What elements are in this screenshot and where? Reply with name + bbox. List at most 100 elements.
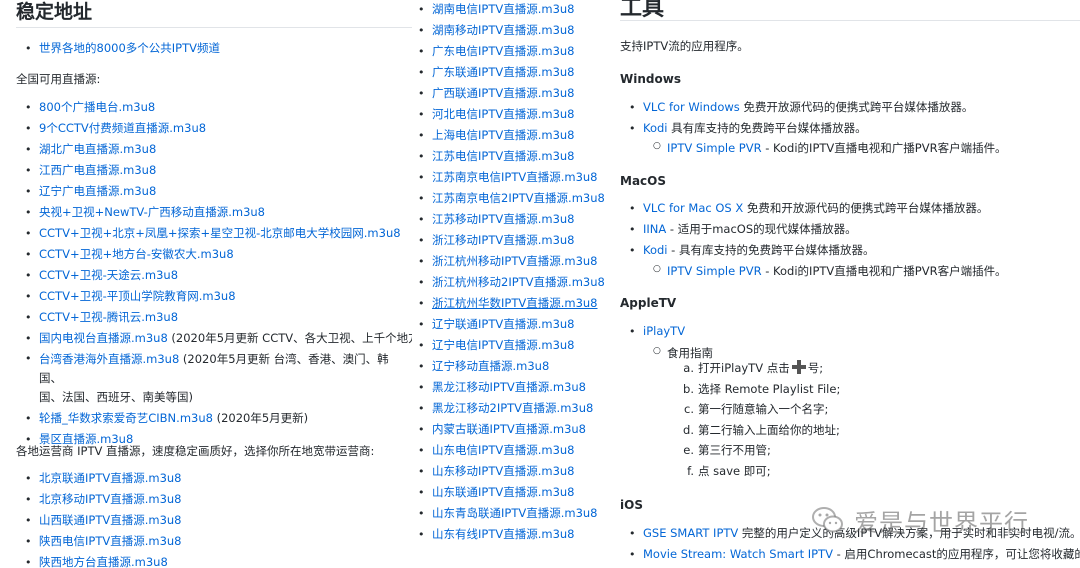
- iptv-simple-pvr-link[interactable]: IPTV Simple PVR: [667, 141, 762, 155]
- gse-smart-iptv-link[interactable]: GSE SMART IPTV: [643, 526, 738, 540]
- list-item: 陕西电信IPTV直播源.m3u8: [25, 531, 182, 552]
- list-item: 江西广电直播源.m3u8: [25, 160, 411, 181]
- global-channels-link[interactable]: 世界各地的8000多个公共IPTV频道: [39, 41, 220, 55]
- tools-heading: 工具: [620, 0, 665, 21]
- source-link[interactable]: 辽宁联通IPTV直播源.m3u8: [432, 317, 575, 331]
- list-item: 9个CCTV付费频道直播源.m3u8: [25, 118, 411, 139]
- list-item: 山东有线IPTV直播源.m3u8: [418, 524, 605, 545]
- iptv-simple-pvr-link[interactable]: IPTV Simple PVR: [667, 264, 762, 278]
- source-link[interactable]: 陕西地方台直播源.m3u8: [39, 555, 168, 568]
- source-link[interactable]: 浙江杭州移动2IPTV直播源.m3u8: [432, 275, 605, 289]
- source-link[interactable]: 山东青岛联通IPTV直播源.m3u8: [432, 506, 598, 520]
- kodi-link[interactable]: Kodi: [643, 243, 668, 257]
- list-item: 湖南移动IPTV直播源.m3u8: [418, 20, 605, 41]
- source-link[interactable]: 辽宁移动直播源.m3u8: [432, 359, 549, 373]
- source-link[interactable]: 山东有线IPTV直播源.m3u8: [432, 527, 575, 541]
- list-item: Movie Stream: Watch Smart IPTV - 启用Chrom…: [629, 544, 1080, 565]
- wechat-watermark: 爱是与世界平行: [810, 500, 1060, 540]
- source-link[interactable]: 黑龙江移动2IPTV直播源.m3u8: [432, 401, 593, 415]
- list-item: CCTV+卫视-平顶山学院教育网.m3u8: [25, 286, 411, 307]
- heading-divider: [620, 20, 1080, 21]
- list-item: IINA - 适用于macOS的现代媒体播放器。: [629, 219, 988, 240]
- source-link[interactable]: 山东移动IPTV直播源.m3u8: [432, 464, 575, 478]
- source-link[interactable]: 上海电信IPTV直播源.m3u8: [432, 128, 575, 142]
- kodi-link[interactable]: Kodi: [643, 121, 668, 135]
- source-link[interactable]: 湖南电信IPTV直播源.m3u8: [432, 2, 575, 16]
- source-link[interactable]: 河北电信IPTV直播源.m3u8: [432, 107, 575, 121]
- list-item: Kodi 具有库支持的免费跨平台媒体播放器。: [629, 118, 973, 139]
- ios-heading: iOS: [620, 498, 643, 512]
- iplaytv-link[interactable]: iPlayTV: [643, 324, 685, 338]
- list-item: 台湾香港海外直播源.m3u8 (2020年5月更新 台湾、香港、澳门、韩国、国、…: [25, 349, 411, 408]
- movie-stream-link[interactable]: Movie Stream: Watch Smart IPTV: [643, 547, 833, 561]
- step-text: 第二行输入上面给你的地址;: [698, 422, 840, 437]
- list-item: 国内电视台直播源.m3u8 (2020年5月更新 CCTV、各大卫视、上千个地方: [25, 328, 412, 349]
- list-item: 辽宁广电直播源.m3u8: [25, 181, 411, 202]
- vlc-mac-link[interactable]: VLC for Mac OS X: [643, 201, 743, 215]
- source-link[interactable]: 轮播_华数求索爱奇艺CIBN.m3u8: [39, 411, 213, 425]
- source-link[interactable]: 湖南移动IPTV直播源.m3u8: [432, 23, 575, 37]
- list-item: 800个广播电台.m3u8: [25, 97, 411, 118]
- source-link[interactable]: CCTV+卫视-天途云.m3u8: [39, 268, 178, 282]
- iina-link[interactable]: IINA: [643, 222, 666, 236]
- plus-icon: [791, 360, 806, 374]
- app-description: - Kodi的IPTV直播电视和广播PVR客户端插件。: [761, 141, 1007, 155]
- regional-source-list: 湖南电信IPTV直播源.m3u8 湖南移动IPTV直播源.m3u8 广东电信IPTV…: [418, 0, 605, 545]
- source-link[interactable]: CCTV+卫视-平顶山学院教育网.m3u8: [39, 289, 236, 303]
- step-label: d.: [683, 422, 694, 437]
- carrier-sources-label: 各地运营商 IPTV 直播源，速度稳定画质好，选择你所在地宽带运营商:: [16, 444, 375, 458]
- source-link[interactable]: 江苏南京电信2IPTV直播源.m3u8: [432, 191, 605, 205]
- source-link[interactable]: 陕西电信IPTV直播源.m3u8: [39, 534, 182, 548]
- appletv-app-list: iPlayTV: [629, 321, 685, 342]
- source-link[interactable]: 辽宁电信IPTV直播源.m3u8: [432, 338, 575, 352]
- list-item: VLC for Mac OS X 免费和开放源代码的便携式跨平台媒体播放器。: [629, 198, 988, 219]
- guide-step: d. 第二行输入上面给你的地址;: [678, 420, 840, 441]
- source-link[interactable]: 黑龙江移动IPTV直播源.m3u8: [432, 380, 586, 394]
- source-link[interactable]: 浙江杭州华数IPTV直播源.m3u8: [432, 296, 598, 310]
- source-link[interactable]: 800个广播电台.m3u8: [39, 100, 155, 114]
- source-link[interactable]: 9个CCTV付费频道直播源.m3u8: [39, 121, 206, 135]
- source-link[interactable]: CCTV+卫视+北京+凤凰+探索+星空卫视-北京邮电大学校园网.m3u8: [39, 226, 401, 240]
- source-link[interactable]: 广东电信IPTV直播源.m3u8: [432, 44, 575, 58]
- list-item: VLC for Windows 免费开放源代码的便携式跨平台媒体播放器。: [629, 97, 973, 118]
- source-link[interactable]: 浙江杭州移动IPTV直播源.m3u8: [432, 254, 598, 268]
- wechat-icon: [812, 507, 843, 533]
- list-item: 辽宁联通IPTV直播源.m3u8: [418, 314, 605, 335]
- list-item: 广西联通IPTV直播源.m3u8: [418, 83, 605, 104]
- source-link[interactable]: 浙江移动IPTV直播源.m3u8: [432, 233, 575, 247]
- sub-item: IPTV Simple PVR - Kodi的IPTV直播电视和广播PVR客户端…: [653, 263, 1007, 279]
- list-item: 黑龙江移动IPTV直播源.m3u8: [418, 377, 605, 398]
- source-link[interactable]: CCTV+卫视+地方台-安徽农大.m3u8: [39, 247, 234, 261]
- source-link[interactable]: 广西联通IPTV直播源.m3u8: [432, 86, 575, 100]
- step-text: 选择 Remote Playlist File;: [698, 381, 841, 396]
- source-link[interactable]: 湖北广电直播源.m3u8: [39, 142, 156, 156]
- source-link[interactable]: 北京联通IPTV直播源.m3u8: [39, 471, 182, 485]
- source-link[interactable]: 江苏电信IPTV直播源.m3u8: [432, 149, 575, 163]
- list-item: 浙江杭州华数IPTV直播源.m3u8: [418, 293, 605, 314]
- source-link[interactable]: 北京移动IPTV直播源.m3u8: [39, 492, 182, 506]
- guide-step: a. 打开iPlayTV 点击 号;: [678, 358, 840, 379]
- source-link[interactable]: 内蒙古联通IPTV直播源.m3u8: [432, 422, 586, 436]
- source-link[interactable]: 山东电信IPTV直播源.m3u8: [432, 443, 575, 457]
- source-link[interactable]: 国内电视台直播源.m3u8: [39, 331, 168, 345]
- source-link[interactable]: 台湾香港海外直播源.m3u8: [39, 352, 179, 366]
- source-link[interactable]: 江西广电直播源.m3u8: [39, 163, 156, 177]
- source-link[interactable]: 广东联通IPTV直播源.m3u8: [432, 65, 575, 79]
- source-link[interactable]: 江苏南京电信IPTV直播源.m3u8: [432, 170, 598, 184]
- source-link[interactable]: CCTV+卫视-腾讯云.m3u8: [39, 310, 178, 324]
- source-link[interactable]: 山西联通IPTV直播源.m3u8: [39, 513, 182, 527]
- list-item: 北京移动IPTV直播源.m3u8: [25, 489, 182, 510]
- macos-heading: MacOS: [620, 174, 666, 188]
- source-link[interactable]: 央视+卫视+NewTV-广西移动直播源.m3u8: [39, 205, 265, 219]
- source-link[interactable]: 江苏移动IPTV直播源.m3u8: [432, 212, 575, 226]
- list-item: CCTV+卫视-天途云.m3u8: [25, 265, 411, 286]
- source-note-wrap: 国、法国、西班牙、南美等国): [39, 390, 193, 404]
- vlc-windows-link[interactable]: VLC for Windows: [643, 100, 740, 114]
- source-link[interactable]: 辽宁广电直播源.m3u8: [39, 184, 156, 198]
- tools-column: 工具 支持IPTV流的应用程序。 Windows VLC for Windows…: [608, 0, 1080, 568]
- list-item: 山东联通IPTV直播源.m3u8: [418, 482, 605, 503]
- app-description: - 适用于macOS的现代媒体播放器。: [666, 222, 857, 236]
- list-item: 山东青岛联通IPTV直播源.m3u8: [418, 503, 605, 524]
- source-link[interactable]: 山东联通IPTV直播源.m3u8: [432, 485, 575, 499]
- step-text: 第三行不用管;: [698, 443, 771, 457]
